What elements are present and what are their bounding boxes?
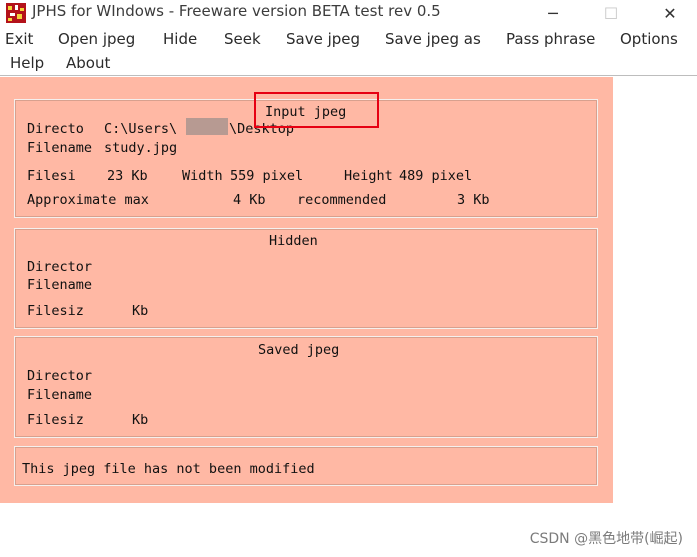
hidden-filesize-label: Filesiz [27, 303, 84, 319]
input-jpeg-highlight [254, 92, 379, 128]
status-message: This jpeg file has not been modified [22, 461, 315, 477]
input-filename-value: study.jpg [104, 140, 178, 156]
menu-divider [0, 75, 697, 76]
menu-open-jpeg[interactable]: Open jpeg [58, 30, 135, 48]
input-width-label: Width [182, 168, 223, 184]
saved-filename-label: Filename [27, 387, 93, 403]
input-height-value: 489 pixel [399, 168, 473, 184]
watermark: CSDN @黑色地带(崛起) [529, 531, 683, 547]
menu-options[interactable]: Options [620, 30, 678, 48]
input-recommended-label: recommended [297, 192, 387, 208]
menu-about[interactable]: About [66, 54, 110, 72]
maximize-button[interactable]: ☐ [591, 0, 631, 26]
input-directory-label: Directo [27, 121, 84, 137]
minimize-button[interactable]: ─ [533, 0, 573, 26]
input-directory-path-start: C:\Users\ [104, 121, 178, 137]
close-button[interactable]: ✕ [650, 0, 690, 26]
input-width-value: 559 pixel [230, 168, 304, 184]
menu-save-jpeg[interactable]: Save jpeg [286, 30, 360, 48]
input-filesize-label: Filesi [27, 168, 76, 184]
input-recommended-value: 3 Kb [457, 192, 490, 208]
saved-title: Saved jpeg [258, 342, 340, 358]
saved-filesize-label: Filesiz [27, 412, 84, 428]
menu-seek[interactable]: Seek [224, 30, 261, 48]
input-height-label: Height [344, 168, 393, 184]
hidden-title: Hidden [269, 233, 318, 249]
menu-exit[interactable]: Exit [5, 30, 33, 48]
input-approx-label: Approximate max [27, 192, 149, 208]
window-title: JPHS for WIndows - Freeware version BETA… [32, 2, 441, 20]
input-filesize-value: 23 Kb [107, 168, 148, 184]
menu-bar: Exit Open jpeg Hide Seek Save jpeg Save … [0, 26, 697, 74]
menu-save-jpeg-as[interactable]: Save jpeg as [385, 30, 481, 48]
title-bar: JPHS for WIndows - Freeware version BETA… [0, 0, 697, 26]
redacted-username [186, 118, 228, 135]
input-filename-label: Filename [27, 140, 93, 156]
saved-filesize-unit: Kb [132, 412, 149, 428]
input-approx-value: 4 Kb [233, 192, 266, 208]
app-icon [6, 3, 26, 23]
menu-help[interactable]: Help [10, 54, 44, 72]
hidden-filesize-unit: Kb [132, 303, 149, 319]
menu-hide[interactable]: Hide [163, 30, 197, 48]
menu-pass-phrase[interactable]: Pass phrase [506, 30, 595, 48]
saved-directory-label: Director [27, 368, 93, 384]
hidden-filename-label: Filename [27, 277, 93, 293]
hidden-directory-label: Director [27, 259, 93, 275]
